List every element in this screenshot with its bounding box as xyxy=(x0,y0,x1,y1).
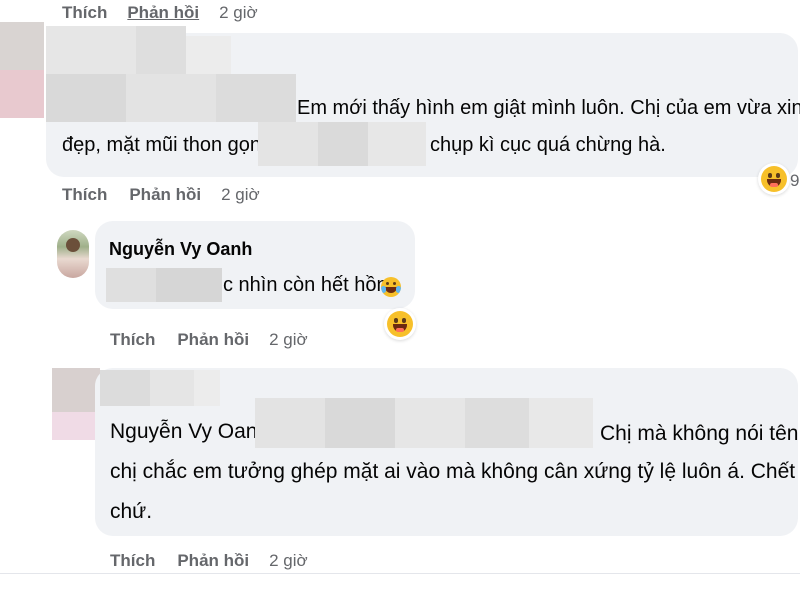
like-link[interactable]: Thích xyxy=(62,185,107,205)
redacted-author-name xyxy=(100,370,220,406)
comment-3-line-3: chứ. xyxy=(110,500,153,523)
comment-actions-2: Thích Phản hồi 2 giờ xyxy=(110,330,308,350)
reply-link[interactable]: Phản hồi xyxy=(177,330,249,350)
redacted-avatar xyxy=(0,22,44,118)
comment-actions-1: Thích Phản hồi 2 giờ xyxy=(62,185,260,205)
grinning-face-emoji-icon[interactable] xyxy=(387,311,413,337)
timestamp[interactable]: 2 giờ xyxy=(269,330,308,350)
comment-1-line-2b: chụp kì cục quá chừng hà. xyxy=(430,134,666,156)
comment-1-line-2a: đẹp, mặt mũi thon gọn. xyxy=(62,134,267,156)
user-avatar[interactable] xyxy=(57,230,89,278)
redacted-text xyxy=(106,268,222,302)
comment-actions-3: Thích Phản hồi 2 giờ xyxy=(110,551,308,571)
reply-link[interactable]: Phản hồi xyxy=(129,185,201,205)
redacted-text xyxy=(258,122,426,166)
like-link[interactable]: Thích xyxy=(62,3,107,23)
mentioned-user-tag[interactable]: Nguyễn Vy Oanh xyxy=(110,420,269,444)
laughing-tears-emoji-icon xyxy=(381,277,401,297)
timestamp[interactable]: 2 giờ xyxy=(269,551,308,571)
redacted-text xyxy=(255,398,593,448)
timestamp[interactable]: 2 giờ xyxy=(221,185,260,205)
redacted-avatar xyxy=(52,368,100,440)
comment-actions-top: Thích Phản hồi 2 giờ xyxy=(62,3,258,23)
comment-2-text: c nhìn còn hết hồn xyxy=(223,274,388,296)
redacted-author-name xyxy=(46,26,296,122)
like-link[interactable]: Thích xyxy=(110,551,155,571)
reply-link[interactable]: Phản hồi xyxy=(127,3,199,23)
reaction-count[interactable]: 9 xyxy=(790,171,799,191)
timestamp[interactable]: 2 giờ xyxy=(219,3,258,23)
divider xyxy=(0,573,800,574)
comment-2-author[interactable]: Nguyễn Vy Oanh xyxy=(109,239,252,260)
comment-3-line-1: Chị mà không nói tên xyxy=(600,422,799,445)
reply-link[interactable]: Phản hồi xyxy=(177,551,249,571)
comment-3-line-2: chị chắc em tưởng ghép mặt ai vào mà khô… xyxy=(110,460,800,483)
grinning-face-emoji-icon[interactable] xyxy=(761,166,787,192)
like-link[interactable]: Thích xyxy=(110,330,155,350)
